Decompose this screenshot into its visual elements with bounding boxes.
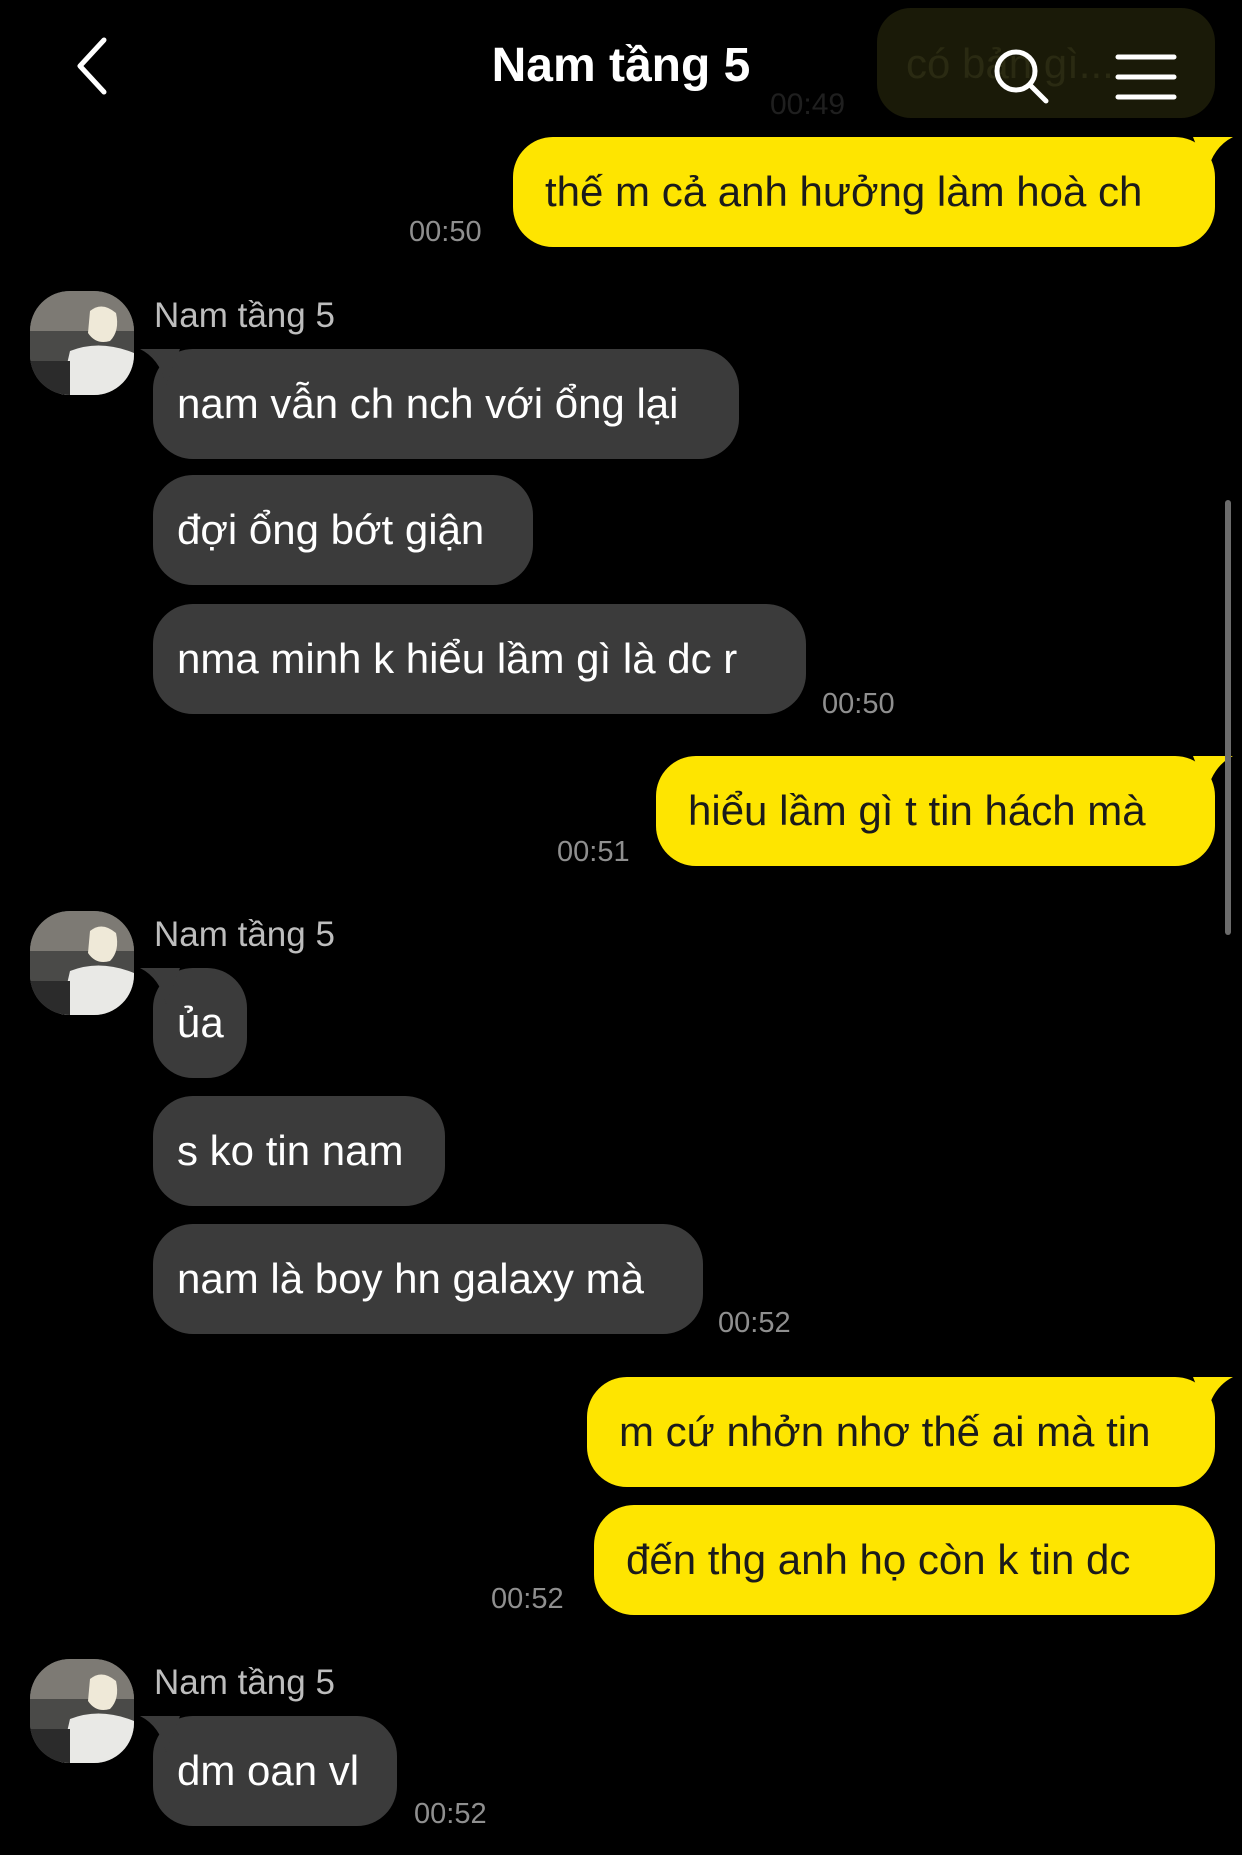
sender-name: Nam tầng 5 — [154, 296, 335, 335]
chat-header: Nam tầng 5 — [0, 0, 1242, 140]
scrollbar[interactable] — [1225, 500, 1231, 935]
message-time: 00:51 — [557, 836, 630, 868]
incoming-message[interactable]: đợi ổng bớt giận — [153, 475, 533, 585]
bubble-tail — [140, 968, 180, 1004]
bubble-tail — [140, 1716, 180, 1752]
avatar[interactable] — [30, 291, 134, 395]
outgoing-message[interactable]: m cứ nhởn nhơ thế ai mà tin — [587, 1377, 1215, 1487]
outgoing-message[interactable]: hiểu lầm gì t tin hách mà — [656, 756, 1215, 866]
sender-name: Nam tầng 5 — [154, 1663, 335, 1702]
message-time: 00:52 — [491, 1583, 564, 1615]
incoming-message[interactable]: s ko tin nam — [153, 1096, 445, 1206]
incoming-message[interactable]: nam vẫn ch nch với ổng lại — [153, 349, 739, 459]
sender-name: Nam tầng 5 — [154, 915, 335, 954]
search-icon[interactable] — [990, 45, 1052, 107]
chat-title: Nam tầng 5 — [491, 39, 751, 92]
incoming-message[interactable]: nam là boy hn galaxy mà — [153, 1224, 703, 1334]
incoming-message[interactable]: nma minh k hiểu lầm gì là dc r — [153, 604, 806, 714]
bubble-tail — [1193, 1377, 1233, 1413]
avatar[interactable] — [30, 911, 134, 1015]
avatar[interactable] — [30, 1659, 134, 1763]
incoming-message[interactable]: dm oan vl — [153, 1716, 397, 1826]
message-time: 00:50 — [409, 216, 482, 248]
menu-icon[interactable] — [1115, 52, 1177, 102]
outgoing-message[interactable]: đến thg anh họ còn k tin dc — [594, 1505, 1215, 1615]
outgoing-message[interactable]: thế m cả anh hưởng làm hoà ch — [513, 137, 1215, 247]
message-time: 00:50 — [822, 688, 895, 720]
message-time: 00:52 — [414, 1798, 487, 1830]
message-time: 00:52 — [718, 1307, 791, 1339]
bubble-tail — [1193, 137, 1233, 173]
bubble-tail — [140, 349, 180, 385]
